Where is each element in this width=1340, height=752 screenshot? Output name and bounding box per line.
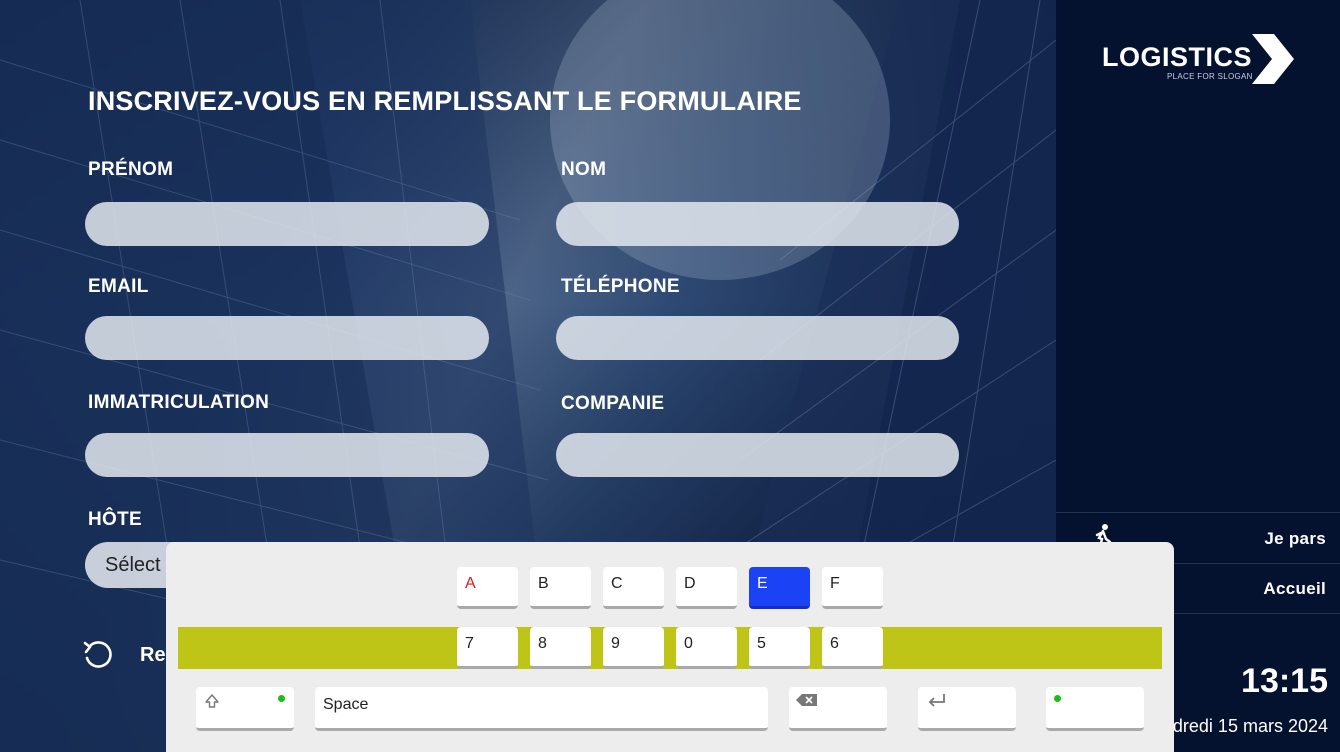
telephone-field[interactable] (556, 316, 959, 360)
key-e[interactable]: E (749, 567, 810, 609)
enter-key[interactable] (918, 687, 1016, 731)
key-0[interactable]: 0 (676, 627, 737, 669)
nom-field[interactable] (556, 202, 959, 246)
on-screen-keyboard: A B C D E F 7 8 9 0 5 6 Space (166, 542, 1174, 752)
key-d[interactable]: D (676, 567, 737, 609)
space-key-label: Space (323, 696, 369, 713)
key-9[interactable]: 9 (603, 627, 664, 669)
immatriculation-field[interactable] (85, 433, 489, 477)
page-title: INSCRIVEZ-VOUS EN REMPLISSANT LE FORMULA… (88, 86, 802, 116)
hote-select-value: Sélect (105, 554, 161, 576)
hote-label: HÔTE (88, 509, 142, 530)
sidebar-item-label: Accueil (1263, 579, 1326, 598)
key-b[interactable]: B (530, 567, 591, 609)
key-f[interactable]: F (822, 567, 883, 609)
key-c[interactable]: C (603, 567, 664, 609)
prenom-field[interactable] (85, 202, 489, 246)
prenom-label: PRÉNOM (88, 159, 174, 180)
shift-icon (205, 694, 219, 708)
nom-label: NOM (561, 159, 607, 180)
logo-text: LOGISTICS (1102, 42, 1253, 72)
backspace-key[interactable] (789, 687, 887, 731)
indicator-dot (278, 695, 285, 702)
key-8[interactable]: 8 (530, 627, 591, 669)
chevron-right-icon (1252, 34, 1294, 84)
reset-icon[interactable] (82, 638, 114, 677)
enter-icon (928, 694, 945, 707)
telephone-label: TÉLÉPHONE (561, 276, 680, 297)
indicator-dot (1054, 695, 1061, 702)
number-row-highlight (178, 627, 1162, 669)
key-a[interactable]: A (457, 567, 518, 609)
date: dredi 15 mars 2024 (1172, 716, 1328, 736)
reset-button[interactable]: Re (140, 644, 166, 667)
logo-slogan: PLACE FOR SLOGAN (1167, 72, 1253, 81)
companie-label: COMPANIE (561, 393, 665, 414)
language-key[interactable] (1046, 687, 1144, 731)
companie-field[interactable] (556, 433, 959, 477)
clock: 13:15 (1241, 662, 1328, 700)
key-5[interactable]: 5 (749, 627, 810, 669)
sidebar-item-label: Je pars (1264, 529, 1326, 548)
email-field[interactable] (85, 316, 489, 360)
email-label: EMAIL (88, 276, 149, 297)
backspace-icon (796, 694, 817, 706)
logo: LOGISTICS PLACE FOR SLOGAN (1102, 34, 1302, 86)
space-key[interactable]: Space (315, 687, 768, 731)
key-7[interactable]: 7 (457, 627, 518, 669)
immatriculation-label: IMMATRICULATION (88, 392, 270, 413)
shift-key[interactable] (196, 687, 294, 731)
key-6[interactable]: 6 (822, 627, 883, 669)
